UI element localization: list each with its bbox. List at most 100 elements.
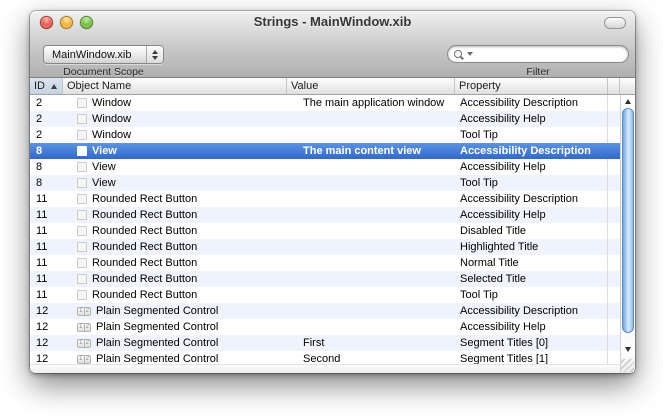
popup-arrows-icon [146, 46, 163, 63]
cell-object-name: 12 Plain Segmented Control [63, 335, 287, 351]
table-row[interactable]: 2 Window Accessibility Help [30, 111, 620, 127]
table-row[interactable]: 11 Rounded Rect Button Normal Title [30, 255, 620, 271]
table-row[interactable]: 11 Rounded Rect Button Selected Title [30, 271, 620, 287]
cell-id: 11 [30, 207, 63, 223]
window-title: Strings - MainWindow.xib [30, 11, 635, 33]
cell-value[interactable] [287, 111, 455, 127]
table-row[interactable]: 8 View The main content view Accessibili… [30, 143, 620, 159]
scroll-down-arrow[interactable] [621, 342, 635, 356]
cell-value[interactable] [287, 207, 455, 223]
cell-property: Accessibility Help [455, 111, 608, 127]
cell-property: Selected Title [455, 271, 608, 287]
segmented-control-icon: 12 [77, 339, 91, 348]
table-row[interactable]: 12 12 Plain Segmented Control Accessibil… [30, 319, 620, 335]
zoom-button[interactable] [80, 16, 93, 29]
cell-value[interactable] [287, 255, 455, 271]
cell-value[interactable]: First [287, 335, 455, 351]
search-icon [454, 50, 462, 58]
cell-object-name: Rounded Rect Button [63, 271, 287, 287]
filter-label: Filter [447, 66, 629, 78]
table-row[interactable]: 11 Rounded Rect Button Highlighted Title [30, 239, 620, 255]
cell-property: Normal Title [455, 255, 608, 271]
cell-id: 12 [30, 335, 63, 351]
table-row[interactable]: 2 Window Tool Tip [30, 127, 620, 143]
cell-property: Disabled Title [455, 223, 608, 239]
column-header-value[interactable]: Value [287, 78, 455, 94]
table-row[interactable]: 8 View Accessibility Help [30, 159, 620, 175]
cell-value[interactable] [287, 271, 455, 287]
object-frame-icon [77, 114, 87, 124]
table-row[interactable]: 8 View Tool Tip [30, 175, 620, 191]
scrollbar-thumb[interactable] [622, 108, 634, 333]
document-scope-value: MainWindow.xib [52, 49, 131, 61]
cell-property: Highlighted Title [455, 239, 608, 255]
sort-ascending-icon [51, 84, 57, 89]
table-header: ID Object Name Value Property [30, 78, 635, 95]
cell-value[interactable] [287, 287, 455, 303]
filter-search-field[interactable] [447, 45, 629, 63]
cell-object-name: Rounded Rect Button [63, 223, 287, 239]
strings-window: Strings - MainWindow.xib MainWindow.xib … [30, 11, 635, 373]
cell-id: 8 [30, 159, 63, 175]
column-header-property[interactable]: Property [455, 78, 608, 94]
cell-object-name: View [63, 159, 287, 175]
column-header-id[interactable]: ID [30, 78, 63, 94]
cell-value[interactable] [287, 303, 455, 319]
cell-value[interactable] [287, 239, 455, 255]
cell-property: Accessibility Description [455, 191, 608, 207]
object-frame-icon [77, 194, 87, 204]
cell-value[interactable]: The main application window [287, 95, 455, 111]
window-chrome: Strings - MainWindow.xib MainWindow.xib … [30, 11, 635, 78]
cell-property: Accessibility Help [455, 207, 608, 223]
table-row[interactable]: 12 12 Plain Segmented Control Second Seg… [30, 351, 620, 364]
cell-object-name: Window [63, 127, 287, 143]
cell-value[interactable] [287, 319, 455, 335]
segmented-control-icon: 12 [77, 307, 91, 316]
table-row[interactable]: 11 Rounded Rect Button Disabled Title [30, 223, 620, 239]
cell-object-name: Rounded Rect Button [63, 239, 287, 255]
cell-property: Tool Tip [455, 127, 608, 143]
scroll-up-arrow[interactable] [621, 95, 635, 107]
minimize-button[interactable] [60, 16, 73, 29]
cell-object-name: View [63, 143, 287, 159]
cell-value[interactable] [287, 191, 455, 207]
up-arrow-icon [625, 99, 631, 104]
table-row[interactable]: 11 Rounded Rect Button Tool Tip [30, 287, 620, 303]
cell-id: 8 [30, 175, 63, 191]
document-scope-label: Document Scope [43, 66, 164, 78]
resize-grip[interactable] [621, 359, 634, 372]
cell-value[interactable] [287, 175, 455, 191]
cell-id: 2 [30, 111, 63, 127]
cell-object-name: 12 Plain Segmented Control [63, 303, 287, 319]
cell-object-name: Window [63, 111, 287, 127]
cell-object-name: Rounded Rect Button [63, 207, 287, 223]
cell-property: Tool Tip [455, 287, 608, 303]
close-button[interactable] [40, 16, 53, 29]
table-row[interactable]: 11 Rounded Rect Button Accessibility Hel… [30, 207, 620, 223]
cell-property: Accessibility Description [455, 303, 608, 319]
cell-id: 11 [30, 191, 63, 207]
window-bottom-strip [30, 364, 620, 373]
cell-value[interactable]: The main content view [287, 143, 455, 159]
object-frame-icon [77, 226, 87, 236]
cell-value[interactable] [287, 127, 455, 143]
cell-value[interactable] [287, 223, 455, 239]
table-row[interactable]: 12 12 Plain Segmented Control First Segm… [30, 335, 620, 351]
cell-id: 2 [30, 127, 63, 143]
search-menu-caret-icon[interactable] [467, 52, 473, 56]
cell-object-name: View [63, 175, 287, 191]
cell-value[interactable]: Second [287, 351, 455, 364]
toolbar-toggle-pill-button[interactable] [604, 17, 626, 29]
table-row[interactable]: 12 12 Plain Segmented Control Accessibil… [30, 303, 620, 319]
column-header-object-name[interactable]: Object Name [63, 78, 287, 94]
segmented-control-icon: 12 [77, 323, 91, 332]
down-arrow-icon [625, 347, 631, 352]
cell-value[interactable] [287, 159, 455, 175]
cell-property: Accessibility Help [455, 159, 608, 175]
cell-id: 8 [30, 143, 63, 159]
table-row[interactable]: 11 Rounded Rect Button Accessibility Des… [30, 191, 620, 207]
vertical-scrollbar[interactable] [620, 95, 635, 373]
table-row[interactable]: 2 Window The main application window Acc… [30, 95, 620, 111]
document-scope-popup[interactable]: MainWindow.xib [43, 45, 164, 64]
cell-id: 11 [30, 271, 63, 287]
